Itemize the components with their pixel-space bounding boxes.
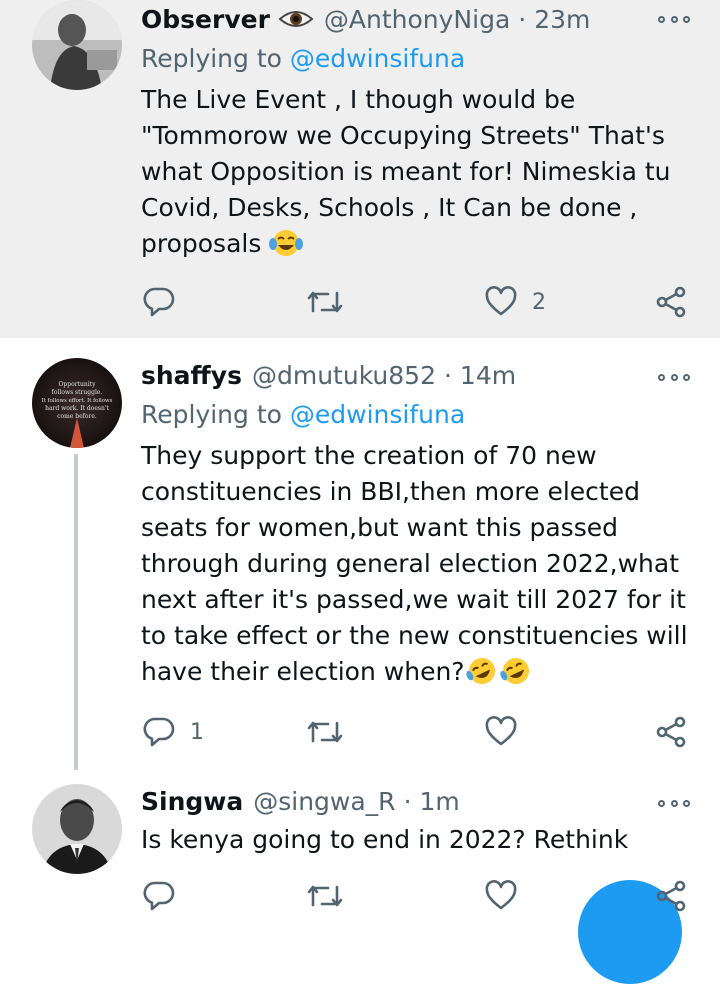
share-button[interactable]	[654, 282, 688, 322]
separator: ·	[518, 4, 527, 34]
svg-text:Opportunity: Opportunity	[59, 381, 97, 388]
tweet-text: The Live Event , I though would be "Tomm…	[141, 82, 701, 262]
tweet-shaffys[interactable]: Opportunity follows struggle. It follows…	[0, 340, 720, 770]
avatar[interactable]	[32, 784, 122, 874]
svg-text:hard work. It doesn't: hard work. It doesn't	[45, 405, 109, 412]
reply-icon	[143, 287, 175, 317]
replying-to: Replying to @edwinsifuna	[141, 44, 465, 73]
avatar[interactable]	[32, 0, 122, 90]
tweet-body: They support the creation of 70 new cons…	[141, 441, 688, 686]
user-handle[interactable]: @dmutuku852	[252, 361, 436, 390]
retweet-button[interactable]	[306, 712, 358, 752]
share-icon	[656, 286, 686, 318]
separator: ·	[443, 360, 452, 390]
tweet-header: Singwa @singwa_R · 1m	[141, 782, 640, 820]
tweet-actions: 2	[0, 282, 720, 322]
retweet-button[interactable]	[306, 282, 358, 322]
user-handle[interactable]: @AnthonyNiga	[324, 5, 510, 34]
tears-of-joy-emoji-icon	[269, 230, 304, 256]
timestamp[interactable]: 23m	[534, 5, 590, 34]
like-button[interactable]	[484, 876, 532, 916]
replying-handle[interactable]: @edwinsifuna	[290, 400, 465, 429]
display-name[interactable]: shaffys	[141, 361, 242, 390]
tweet-body: Is kenya going to end in 2022? Rethink	[141, 825, 629, 854]
rolling-laughing-emoji-icon	[465, 658, 495, 684]
eye-emoji-icon	[278, 9, 314, 29]
display-name[interactable]: Singwa	[141, 787, 243, 816]
share-button[interactable]	[654, 876, 688, 916]
more-options-icon[interactable]	[658, 12, 690, 26]
tweet-observer[interactable]: Observer @AnthonyNiga · 23m Replying to …	[0, 0, 720, 338]
like-button[interactable]	[484, 712, 532, 752]
replying-to: Replying to @edwinsifuna	[141, 400, 465, 429]
heart-icon	[485, 880, 517, 910]
like-count: 2	[532, 289, 546, 315]
retweet-icon	[307, 721, 343, 743]
separator: ·	[403, 786, 412, 816]
display-name[interactable]: Observer	[141, 5, 270, 34]
svg-text:follows struggle.: follows struggle.	[52, 389, 103, 396]
replying-label: Replying to	[141, 44, 282, 73]
retweet-button[interactable]	[306, 876, 358, 916]
tweet-header: Observer @AnthonyNiga · 23m	[141, 0, 640, 38]
reply-button[interactable]: 1	[142, 712, 204, 752]
reply-button[interactable]	[142, 876, 190, 916]
reply-count: 1	[190, 719, 204, 745]
retweet-icon	[307, 885, 343, 907]
reply-icon	[143, 881, 175, 911]
more-options-icon[interactable]	[658, 370, 690, 384]
timestamp[interactable]: 1m	[420, 787, 460, 816]
avatar[interactable]: Opportunity follows struggle. It follows…	[32, 358, 122, 448]
tweet-text: They support the creation of 70 new cons…	[141, 438, 701, 690]
replying-label: Replying to	[141, 400, 282, 429]
tweet-actions: 1	[0, 712, 720, 752]
retweet-icon	[307, 291, 343, 313]
like-button[interactable]: 2	[484, 282, 546, 322]
user-handle[interactable]: @singwa_R	[253, 787, 395, 816]
tweet-body: The Live Event , I though would be "Tomm…	[141, 85, 671, 258]
tweet-header: shaffys @dmutuku852 · 14m	[141, 356, 640, 394]
timestamp[interactable]: 14m	[460, 361, 516, 390]
replying-handle[interactable]: @edwinsifuna	[290, 44, 465, 73]
reply-button[interactable]	[142, 282, 190, 322]
tweet-text: Is kenya going to end in 2022? Rethink	[141, 822, 701, 858]
share-button[interactable]	[654, 712, 688, 752]
share-icon	[656, 880, 686, 912]
more-options-icon[interactable]	[658, 796, 690, 810]
svg-text:come before.: come before.	[57, 413, 97, 420]
heart-icon	[485, 286, 517, 316]
svg-text:It follows effort. It follows: It follows effort. It follows	[42, 398, 113, 404]
rolling-laughing-emoji-icon	[499, 658, 529, 684]
share-icon	[656, 716, 686, 748]
heart-icon	[485, 716, 517, 746]
reply-icon	[143, 717, 175, 747]
